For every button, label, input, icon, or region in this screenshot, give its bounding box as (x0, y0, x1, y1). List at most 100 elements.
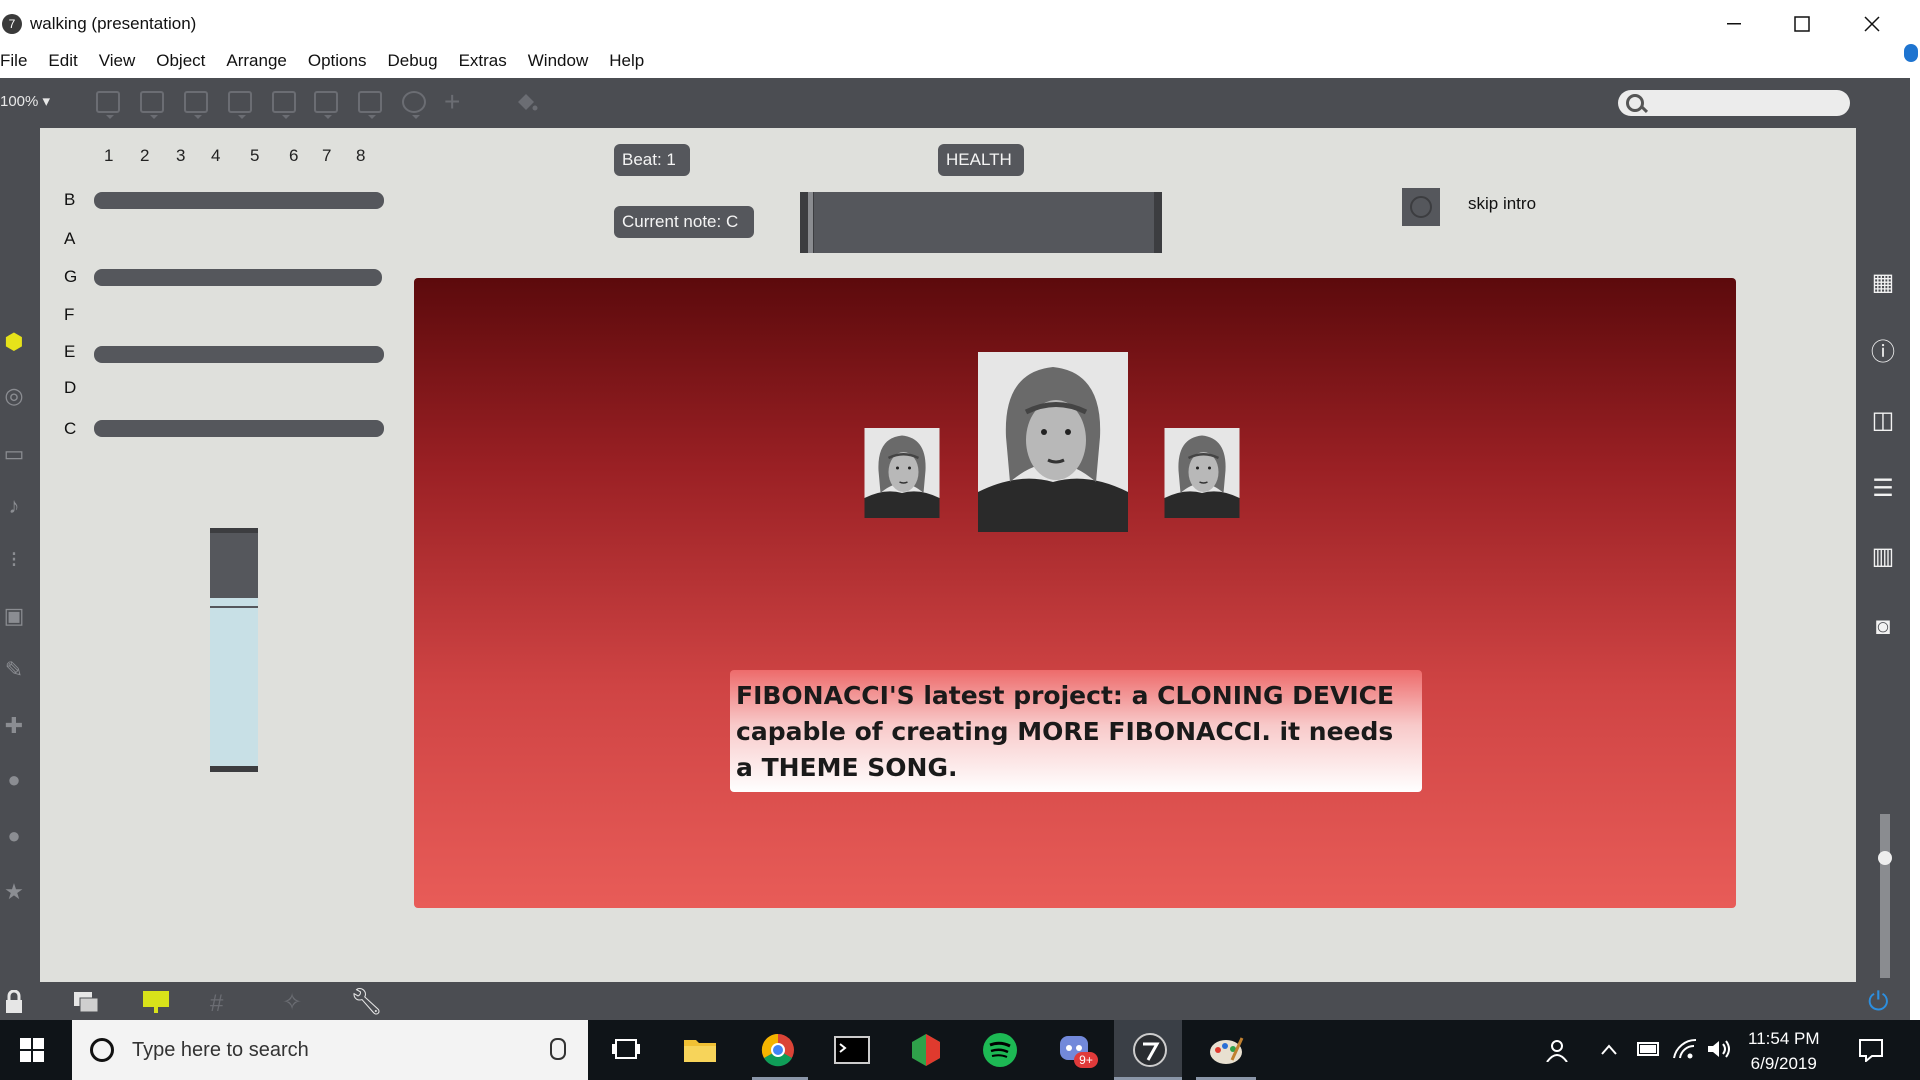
menu-options[interactable]: Options (308, 48, 367, 78)
note-label-c: C (64, 419, 77, 438)
system-clock[interactable]: 11:54 PM 6/9/2019 (1748, 1026, 1820, 1076)
camera-icon[interactable]: ◙ (1868, 612, 1898, 642)
search-input[interactable] (1618, 90, 1850, 116)
discord-notification-badge: 9+ (1074, 1052, 1098, 1068)
gitkraken-icon[interactable] (906, 1030, 946, 1070)
clock-date: 6/9/2019 (1750, 1054, 1817, 1073)
story-caption-text: FIBONACCI'S latest project: a CLONING DE… (736, 681, 1395, 782)
level-meter[interactable] (210, 528, 258, 772)
max-patcher-window: 100% ▾ + ⬢ ◎ ▭ ♪ ⁝ ▣ ✎ ✚ ● ● ★ ▦ ⓘ ◫ ☰ ▥ (0, 78, 1910, 1020)
new-object-icon[interactable] (96, 91, 120, 119)
menu-view[interactable]: View (99, 48, 136, 78)
zoom-dropdown[interactable]: 100% ▾ (0, 92, 50, 110)
note-label-g: G (64, 267, 78, 286)
cortana-icon (90, 1038, 114, 1062)
grid-icon[interactable]: ▦ (1868, 268, 1898, 298)
menu-help[interactable]: Help (609, 48, 644, 78)
spotify-icon[interactable] (980, 1030, 1020, 1070)
wifi-icon[interactable] (1672, 1038, 1700, 1060)
toggle-object-icon[interactable] (228, 91, 252, 119)
dial-object-icon[interactable] (402, 91, 426, 119)
minimize-button[interactable] (1704, 6, 1764, 42)
note-label-a: A (64, 229, 76, 248)
menu-debug[interactable]: Debug (387, 48, 437, 78)
button-object-icon[interactable] (272, 91, 296, 119)
toggle-ring (1410, 196, 1432, 218)
meter-fill (210, 528, 258, 598)
volume-meter[interactable] (1870, 814, 1900, 978)
menu-file[interactable]: File (0, 48, 27, 78)
music-note-icon[interactable]: ♪ (2, 494, 26, 518)
maximize-button[interactable] (1772, 6, 1832, 42)
sequencer-icon[interactable]: ⁝ (2, 548, 26, 572)
bpatcher-icon[interactable]: ● (2, 824, 26, 848)
note-label-b: B (64, 190, 76, 209)
star-icon[interactable]: ★ (2, 880, 26, 904)
comment-icon[interactable] (184, 91, 208, 119)
background-window-indicator (1904, 44, 1918, 62)
note-slider-c[interactable] (94, 420, 384, 437)
note-slider-e[interactable] (94, 346, 384, 363)
right-sidebar: ▦ ⓘ ◫ ☰ ▥ ◙ (1856, 128, 1910, 1020)
grid-snap-icon[interactable]: # (210, 990, 223, 1018)
windows-taskbar: Type here to search 9+ 11:54 PM 6/9/2019 (0, 1020, 1920, 1080)
close-button[interactable] (1842, 6, 1902, 42)
chrome-icon[interactable] (758, 1030, 798, 1070)
menu-object[interactable]: Object (156, 48, 205, 78)
wand-icon[interactable]: ✧ (282, 988, 302, 1017)
presentation-mode-icon[interactable] (142, 990, 170, 1014)
wrench-icon[interactable]: 🔧︎ (350, 986, 383, 1017)
layers-icon[interactable] (74, 992, 100, 1014)
note-slider-g[interactable] (94, 269, 382, 286)
current-note-display: Current note: C (614, 206, 754, 238)
max-app-icon: 7 (2, 14, 22, 34)
file-explorer-icon[interactable] (680, 1030, 720, 1070)
step-number: 4 (211, 146, 221, 165)
menu-edit[interactable]: Edit (48, 48, 77, 78)
plug-icon[interactable]: ✚ (2, 714, 26, 738)
menu-extras[interactable]: Extras (459, 48, 507, 78)
battery-icon[interactable] (1634, 1040, 1662, 1058)
vst-icon[interactable]: ● (2, 768, 26, 792)
slider-object-icon[interactable] (358, 91, 382, 119)
keyboard-icon[interactable]: ▭ (2, 442, 26, 466)
skip-intro-toggle[interactable] (1402, 188, 1440, 226)
paint-bucket-icon[interactable] (514, 92, 538, 114)
meter-marker (210, 606, 258, 608)
list-icon[interactable]: ☰ (1868, 474, 1898, 504)
task-view-icon[interactable] (606, 1030, 646, 1070)
new-message-icon[interactable] (140, 91, 164, 119)
target-icon[interactable]: ◎ (2, 384, 26, 408)
add-object-icon[interactable]: + (444, 86, 460, 118)
cube-icon[interactable]: ⬢ (2, 330, 26, 354)
taskbar-search-box[interactable]: Type here to search (72, 1020, 588, 1080)
terminal-icon[interactable] (832, 1030, 872, 1070)
fibonacci-portrait-right (1164, 428, 1240, 518)
info-icon[interactable]: ⓘ (1868, 338, 1898, 368)
columns-icon[interactable]: ◫ (1868, 406, 1898, 436)
menu-arrange[interactable]: Arrange (226, 48, 286, 78)
menu-window[interactable]: Window (528, 48, 588, 78)
image-icon[interactable]: ▣ (2, 604, 26, 628)
paperclip-icon[interactable]: ✎ (2, 658, 26, 682)
paint-icon[interactable] (1206, 1030, 1246, 1070)
microphone-icon[interactable] (550, 1038, 566, 1060)
windows-start-icon[interactable] (20, 1038, 44, 1062)
max-msp-icon[interactable] (1130, 1030, 1170, 1070)
action-center-icon[interactable] (1858, 1038, 1884, 1062)
show-hidden-icons-chevron[interactable] (1600, 1042, 1618, 1056)
step-number: 2 (140, 146, 150, 165)
book-icon[interactable]: ▥ (1868, 542, 1898, 572)
step-number: 6 (289, 146, 299, 165)
play-object-icon[interactable] (314, 91, 338, 119)
people-icon[interactable] (1544, 1038, 1570, 1062)
note-slider-b[interactable] (94, 192, 384, 209)
volume-icon[interactable] (1706, 1038, 1734, 1060)
clock-time: 11:54 PM (1748, 1029, 1820, 1048)
menu-bar: File Edit View Object Arrange Options De… (0, 48, 665, 78)
step-number: 7 (322, 146, 332, 165)
meter-base (210, 766, 258, 772)
lock-icon[interactable] (4, 990, 24, 1014)
power-icon[interactable]: ⏻ (1868, 986, 1889, 1018)
taskbar-search-placeholder: Type here to search (132, 1039, 309, 1061)
